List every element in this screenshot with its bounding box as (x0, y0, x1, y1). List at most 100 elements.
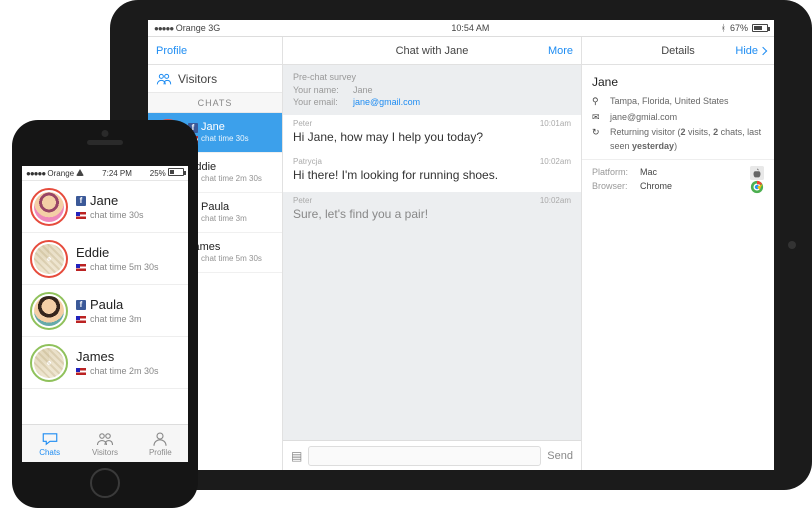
chat-meta: chat time 5m 30s (201, 254, 262, 264)
tab-profile[interactable]: Profile (133, 425, 188, 462)
hide-link[interactable]: Hide (720, 45, 766, 57)
message-body: Hi there! I'm looking for running shoes. (293, 168, 571, 184)
phone-chat-item[interactable]: f Paula chat time 3m (22, 285, 188, 337)
compose-bar: ▤ Send (283, 440, 581, 470)
attachment-icon[interactable]: ▤ (291, 449, 302, 463)
chats-section-label: CHATS (148, 93, 282, 113)
iphone-screen: ●●●●● Orange 7:24 PM 25% fJane chat time… (22, 166, 188, 462)
chat-meta: chat time 3m (201, 214, 247, 224)
avatar (30, 240, 68, 278)
ipad-status-bar: ●●●●● Orange 3G 10:54 AM ᚼ 67% (148, 20, 774, 36)
send-button[interactable]: Send (547, 450, 573, 462)
message: Patrycja 10:02am Hi there! I'm looking fo… (283, 153, 581, 192)
signal-icon: ●●●●● (26, 169, 45, 178)
visitors-header[interactable]: Visitors (148, 65, 282, 93)
facebook-icon: f (76, 300, 86, 310)
more-link[interactable]: More (527, 45, 573, 57)
conversation-pane: Chat with Jane More Pre-chat survey Your… (283, 37, 582, 470)
visitors-icon (96, 431, 114, 447)
phone-chat-item[interactable]: Eddie chat time 5m 30s (22, 233, 188, 285)
profile-link[interactable]: Profile (156, 45, 202, 57)
flag-us-icon (76, 368, 86, 375)
platform-value: Mac (640, 166, 750, 180)
clock: 10:54 AM (451, 23, 489, 33)
message-time: 10:02am (540, 196, 571, 205)
browser-value: Chrome (640, 180, 750, 194)
clock: 7:24 PM (102, 169, 132, 178)
prechat-email-value[interactable]: jane@gmail.com (353, 96, 420, 109)
prechat-heading: Pre-chat survey (293, 71, 571, 84)
ipad-app: Profile Visitors CHATS fJane chat time 3… (148, 36, 774, 470)
chat-name: Paula (90, 297, 123, 312)
message-list: Peter 10:01am Hi Jane, how may I help you… (283, 115, 581, 231)
avatar (30, 292, 68, 330)
chat-meta: chat time 2m 30s (201, 174, 262, 184)
iphone-status-bar: ●●●●● Orange 7:24 PM 25% (22, 166, 188, 180)
flag-us-icon (76, 316, 86, 323)
message-author: Peter (293, 196, 312, 205)
battery-label: 25% (150, 169, 166, 178)
avatar (30, 344, 68, 382)
details-pane: Details Hide Jane ⚲Tampa, Florida, Unite… (582, 37, 774, 470)
prechat-name-value: Jane (353, 84, 373, 97)
prechat-survey: Pre-chat survey Your name: Jane Your emai… (283, 65, 581, 115)
chat-meta: chat time 3m (90, 314, 142, 324)
tab-visitors[interactable]: Visitors (77, 425, 132, 462)
message-author: Patrycja (293, 157, 322, 166)
details-returning: Returning visitor (2 visits, 2 chats, la… (610, 126, 764, 153)
chat-meta: chat time 2m 30s (90, 366, 159, 376)
message-body: Hi Jane, how may I help you today? (293, 130, 571, 146)
avatar (30, 188, 68, 226)
chat-meta: chat time 5m 30s (90, 262, 159, 272)
prechat-name-label: Your name: (293, 84, 347, 97)
conversation-title: Chat with Jane (337, 45, 527, 57)
details-title: Details (636, 45, 720, 57)
prechat-email-label: Your email: (293, 96, 347, 109)
mac-icon (750, 166, 764, 180)
chat-icon (41, 431, 59, 447)
ipad-screen: ●●●●● Orange 3G 10:54 AM ᚼ 67% Profile Vi… (148, 20, 774, 470)
chat-name: Jane (201, 121, 225, 134)
facebook-icon: f (76, 196, 86, 206)
battery-icon (752, 24, 768, 32)
battery-icon (168, 168, 184, 176)
message: Peter 10:02am Sure, let's find you a pair… (283, 192, 581, 231)
compose-input[interactable] (308, 446, 541, 466)
battery-label: 67% (730, 23, 748, 33)
chat-meta: chat time 30s (201, 134, 249, 144)
profile-icon (151, 431, 169, 447)
visitors-label: Visitors (178, 72, 217, 86)
phone-chat-item[interactable]: fJane chat time 30s (22, 181, 188, 233)
tab-bar: Chats Visitors Profile (22, 424, 188, 462)
chat-name: Paula (201, 201, 229, 214)
browser-label: Browser: (592, 180, 640, 194)
home-button[interactable] (90, 468, 120, 498)
details-top: Details Hide (582, 37, 774, 65)
message-time: 10:02am (540, 157, 571, 166)
signal-icon: ●●●●● (154, 24, 173, 33)
conversation-top: Chat with Jane More (283, 37, 581, 65)
message-body: Sure, let's find you a pair! (293, 207, 571, 223)
flag-us-icon (76, 264, 86, 271)
tab-chats[interactable]: Chats (22, 425, 77, 462)
ipad-home-indicator (788, 241, 796, 249)
details-body: Jane ⚲Tampa, Florida, United States ✉jan… (582, 65, 774, 202)
message-author: Peter (293, 119, 312, 128)
chat-name: Eddie (76, 245, 109, 260)
chrome-icon (750, 180, 764, 194)
details-name: Jane (592, 73, 764, 91)
message: Peter 10:01am Hi Jane, how may I help you… (283, 115, 581, 154)
platform-label: Platform: (592, 166, 640, 180)
wifi-icon (76, 169, 84, 178)
chevron-right-icon (759, 46, 767, 54)
chat-meta: chat time 30s (90, 210, 144, 220)
refresh-icon: ↻ (592, 126, 604, 140)
ipad-device: ●●●●● Orange 3G 10:54 AM ᚼ 67% Profile Vi… (110, 0, 812, 490)
chat-name: James (76, 349, 114, 364)
phone-chat-item[interactable]: James chat time 2m 30s (22, 337, 188, 389)
message-time: 10:01am (540, 119, 571, 128)
bluetooth-icon: ᚼ (721, 23, 726, 33)
details-location: Tampa, Florida, United States (610, 95, 729, 109)
phone-chat-list: fJane chat time 30s Eddie chat time 5m 3… (22, 180, 188, 424)
carrier-label: Orange 3G (176, 23, 221, 33)
